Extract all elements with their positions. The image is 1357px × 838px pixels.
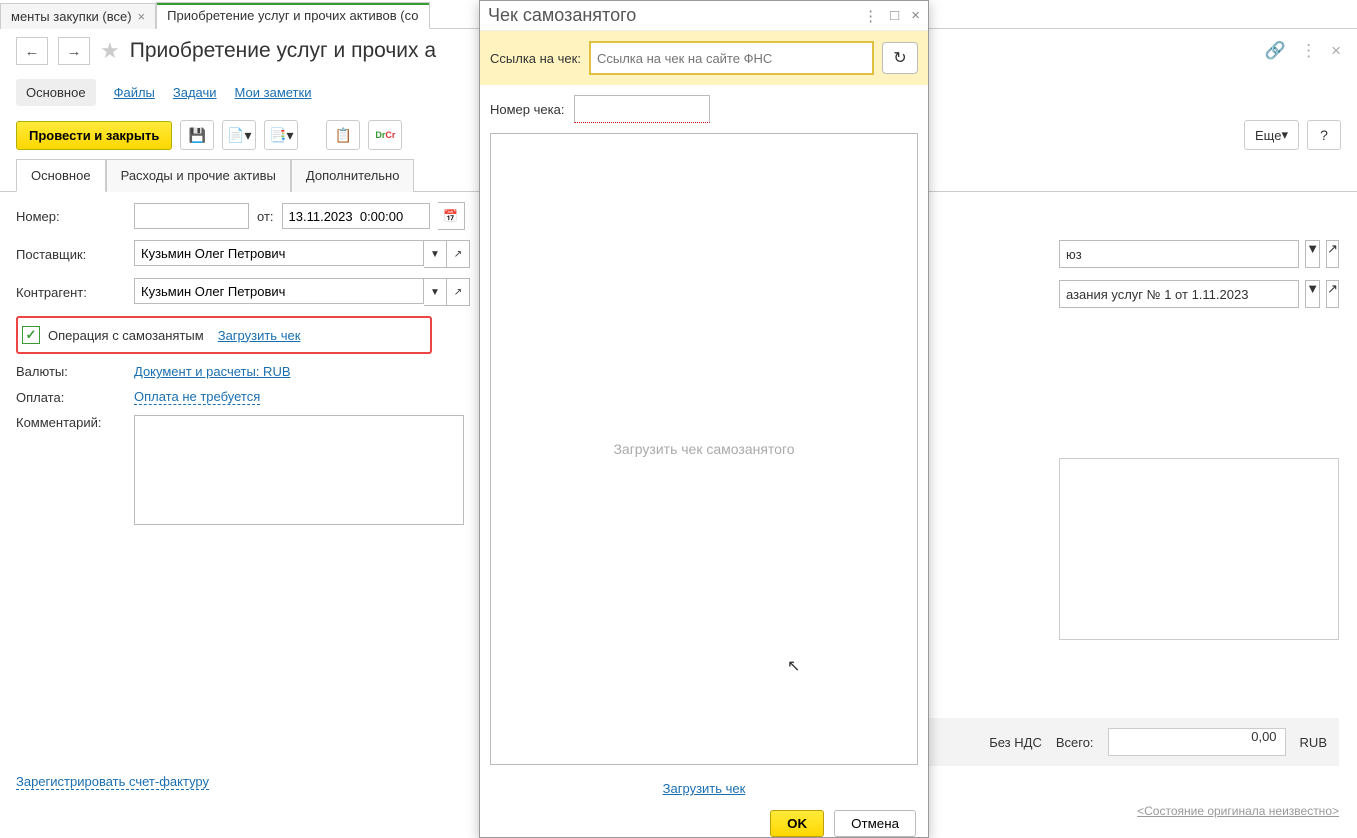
- check-icon: ✓: [22, 326, 40, 344]
- close-icon[interactable]: ×: [1331, 41, 1341, 61]
- subnav-notes[interactable]: Мои заметки: [235, 85, 312, 100]
- open-icon[interactable]: ↗: [447, 240, 470, 268]
- open-icon[interactable]: ↗: [1326, 280, 1339, 308]
- from-label: от:: [257, 209, 274, 224]
- close-icon[interactable]: ×: [138, 9, 146, 24]
- attach-link-icon[interactable]: 🔗: [1265, 41, 1286, 61]
- original-state-link[interactable]: <Состояние оригинала неизвестно>: [1137, 804, 1339, 818]
- contractor-input[interactable]: [134, 278, 424, 304]
- dialog-titlebar: Чек самозанятого ⋮ □ ×: [480, 1, 928, 31]
- selfemployed-highlight: ✓ Операция с самозанятым Загрузить чек: [16, 316, 432, 354]
- check-dialog: Чек самозанятого ⋮ □ × Ссылка на чек: ↻ …: [479, 0, 929, 838]
- check-link-input[interactable]: [589, 41, 874, 75]
- dialog-load-link-row: Загрузить чек: [480, 775, 928, 802]
- date-input[interactable]: [282, 203, 430, 229]
- number-label: Номер:: [16, 209, 126, 224]
- save-icon[interactable]: 💾: [180, 120, 214, 150]
- create-based-icon[interactable]: 📑▾: [264, 120, 298, 150]
- dialog-link-row: Ссылка на чек: ↻: [480, 31, 928, 85]
- selfemployed-checkbox[interactable]: ✓ Операция с самозанятым: [22, 326, 204, 344]
- dropdown-icon[interactable]: ▼: [424, 240, 447, 268]
- drcr-icon[interactable]: DrCr: [368, 120, 402, 150]
- contract-field[interactable]: азания услуг № 1 от 1.11.2023: [1059, 280, 1299, 308]
- kebab-icon[interactable]: ⋮: [863, 7, 878, 25]
- preview-placeholder: Загрузить чек самозанятого: [613, 441, 794, 457]
- subnav-files[interactable]: Файлы: [114, 85, 155, 100]
- kebab-icon[interactable]: ⋮: [1300, 41, 1317, 61]
- doc-tab-2[interactable]: Приобретение услуг и прочих активов (со: [156, 2, 429, 29]
- check-number-label: Номер чека:: [490, 102, 564, 117]
- dialog-number-row: Номер чека:: [480, 85, 928, 133]
- dialog-footer: OK Отмена: [480, 802, 928, 837]
- dropdown-icon[interactable]: ▼: [1305, 280, 1320, 308]
- tab-label: Приобретение услуг и прочих активов (со: [167, 8, 418, 23]
- register-invoice-link[interactable]: Зарегистрировать счет-фактуру: [16, 774, 209, 790]
- report-icon[interactable]: 📋: [326, 120, 360, 150]
- totals-bar: Без НДС Всего: 0,00 RUB: [929, 718, 1339, 766]
- back-button[interactable]: ←: [16, 37, 48, 65]
- number-input[interactable]: [134, 203, 249, 229]
- total-value: 0,00: [1108, 728, 1286, 756]
- payment-label: Оплата:: [16, 390, 126, 405]
- post-icon[interactable]: 📄▾: [222, 120, 256, 150]
- supplier-input[interactable]: [134, 240, 424, 266]
- load-check-link[interactable]: Загрузить чек: [218, 328, 301, 343]
- calendar-icon[interactable]: 📅: [438, 202, 465, 230]
- dropdown-icon[interactable]: ▼: [1305, 240, 1320, 268]
- close-icon[interactable]: ×: [911, 7, 920, 25]
- dropdown-icon[interactable]: ▼: [424, 278, 447, 306]
- tab-expenses[interactable]: Расходы и прочие активы: [106, 159, 291, 192]
- tab-extra[interactable]: Дополнительно: [291, 159, 415, 192]
- tab-main[interactable]: Основное: [16, 159, 106, 192]
- check-number-input[interactable]: [574, 95, 710, 123]
- maximize-icon[interactable]: □: [890, 7, 899, 25]
- contractor-label: Контрагент:: [16, 285, 126, 300]
- total-label: Всего:: [1056, 735, 1094, 750]
- forward-button[interactable]: →: [58, 37, 90, 65]
- doc-tab-1[interactable]: менты закупки (все) ×: [0, 3, 156, 29]
- cancel-button[interactable]: Отмена: [834, 810, 916, 837]
- payment-link[interactable]: Оплата не требуется: [134, 389, 260, 405]
- open-icon[interactable]: ↗: [447, 278, 470, 306]
- right-panel: юз ▼ ↗ азания услуг № 1 от 1.11.2023 ▼ ↗: [1059, 240, 1339, 640]
- load-check-link[interactable]: Загрузить чек: [663, 781, 746, 796]
- favorite-icon[interactable]: ★: [100, 38, 120, 64]
- comment-input[interactable]: [134, 415, 464, 525]
- comment-label: Комментарий:: [16, 415, 126, 430]
- tab-label: менты закупки (все): [11, 9, 132, 24]
- go-url-icon[interactable]: ↻: [882, 42, 918, 74]
- check-link-label: Ссылка на чек:: [490, 51, 581, 66]
- organization-field[interactable]: юз: [1059, 240, 1299, 268]
- check-preview-area: Загрузить чек самозанятого: [490, 133, 918, 765]
- currency-link[interactable]: Документ и расчеты: RUB: [134, 364, 291, 379]
- selfemployed-label: Операция с самозанятым: [48, 328, 204, 343]
- post-and-close-button[interactable]: Провести и закрыть: [16, 121, 172, 150]
- right-empty-box: [1059, 458, 1339, 640]
- ok-button[interactable]: OK: [770, 810, 824, 837]
- subnav-main[interactable]: Основное: [16, 79, 96, 106]
- subnav-tasks[interactable]: Задачи: [173, 85, 217, 100]
- no-vat-label: Без НДС: [989, 735, 1042, 750]
- open-icon[interactable]: ↗: [1326, 240, 1339, 268]
- page-title: Приобретение услуг и прочих а: [130, 39, 436, 63]
- dialog-title: Чек самозанятого: [488, 5, 636, 26]
- currency-label: Валюты:: [16, 364, 126, 379]
- more-button[interactable]: Еще ▾: [1244, 120, 1299, 150]
- currency-label: RUB: [1300, 735, 1327, 750]
- supplier-label: Поставщик:: [16, 247, 126, 262]
- help-button[interactable]: ?: [1307, 120, 1341, 150]
